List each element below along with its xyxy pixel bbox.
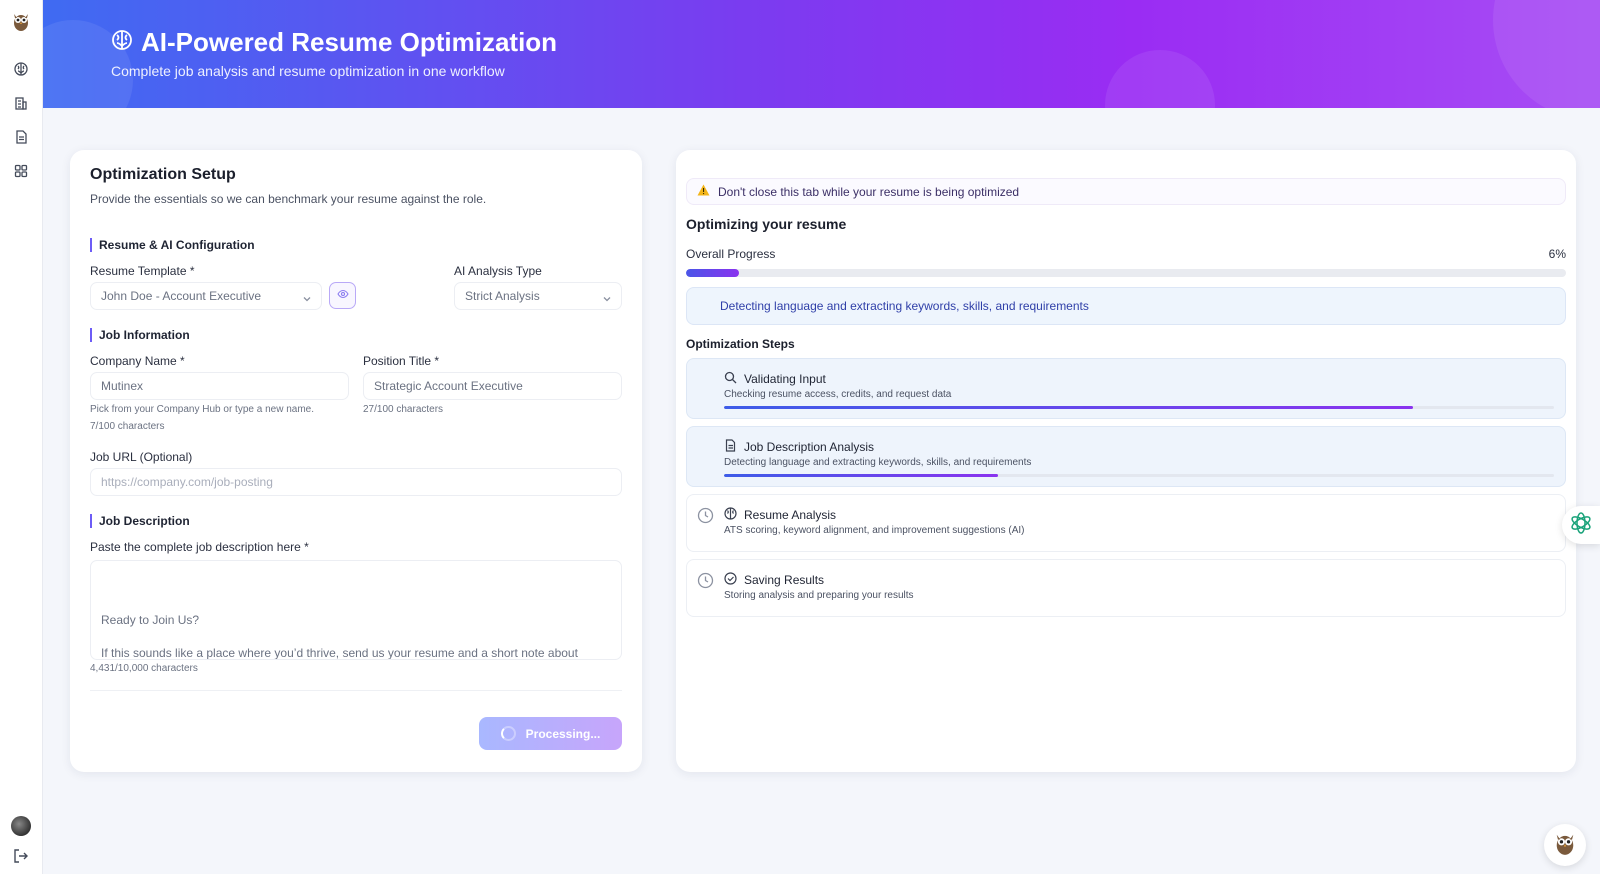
- owl-assistant-button[interactable]: [1544, 824, 1586, 866]
- preview-template-button[interactable]: [329, 282, 356, 309]
- steps-title: Optimization Steps: [686, 337, 795, 351]
- section-resume-config: Resume & AI Configuration: [90, 238, 255, 252]
- job-url-input[interactable]: https://company.com/job-posting: [90, 468, 622, 496]
- step-job-description-analysis: Job Description Analysis Detecting langu…: [686, 426, 1566, 487]
- divider: [90, 690, 622, 691]
- resume-template-select[interactable]: John Doe - Account Executive: [90, 282, 322, 310]
- step-desc: Detecting language and extracting keywor…: [724, 457, 1032, 468]
- step-name: Validating Input: [724, 371, 826, 387]
- page-title: AI-Powered Resume Optimization: [111, 27, 557, 58]
- overall-progress-row: Overall Progress 6%: [686, 247, 1566, 261]
- optimization-progress-card: Don't close this tab while your resume i…: [676, 150, 1576, 772]
- overall-progress-percent: 6%: [1548, 247, 1566, 261]
- step-desc: Checking resume access, credits, and req…: [724, 389, 952, 400]
- overall-progress-bar: [686, 269, 1566, 277]
- clock-icon: [697, 572, 714, 589]
- setup-subtitle: Provide the essentials so we can benchma…: [90, 192, 487, 206]
- processing-label: Processing...: [525, 726, 601, 741]
- building-icon[interactable]: [12, 94, 30, 112]
- warning-banner: Don't close this tab while your resume i…: [686, 178, 1566, 205]
- company-char-count: 7/100 characters: [90, 421, 165, 432]
- position-title-label: Position Title *: [363, 354, 440, 368]
- step-validating-input: Validating Input Checking resume access,…: [686, 358, 1566, 419]
- document-icon[interactable]: [12, 128, 30, 146]
- position-char-count: 27/100 characters: [363, 404, 444, 415]
- step-progress-bar: [724, 474, 1554, 477]
- section-job-description: Job Description: [90, 514, 190, 528]
- openai-icon: [1569, 511, 1593, 540]
- grid-icon[interactable]: [12, 162, 30, 180]
- page-title-text: AI-Powered Resume Optimization: [141, 27, 558, 57]
- ai-type-label: AI Analysis Type: [454, 264, 542, 278]
- step-name-text: Validating Input: [744, 372, 826, 386]
- job-description-label: Paste the complete job description here …: [90, 540, 309, 554]
- spinner-icon: [500, 726, 516, 741]
- step-desc: Storing analysis and preparing your resu…: [724, 590, 914, 601]
- section-job-info: Job Information: [90, 328, 190, 342]
- company-hint: Pick from your Company Hub or type a new…: [90, 404, 314, 415]
- ai-assistant-button[interactable]: [1562, 506, 1600, 544]
- step-progress-bar: [724, 406, 1554, 409]
- header-banner: AI-Powered Resume Optimization Complete …: [43, 0, 1600, 108]
- owl-icon: [1552, 830, 1578, 861]
- clock-icon: [697, 507, 714, 524]
- brain-icon: [111, 27, 133, 58]
- company-name-label: Company Name *: [90, 354, 185, 368]
- warning-icon: [697, 184, 710, 199]
- step-name-text: Resume Analysis: [744, 508, 837, 522]
- step-desc: ATS scoring, keyword alignment, and impr…: [724, 525, 1025, 536]
- avatar[interactable]: [11, 816, 31, 836]
- resume-template-label: Resume Template *: [90, 264, 195, 278]
- job-description-text-line: Ready to Join Us?: [101, 613, 200, 627]
- job-url-label: Job URL (Optional): [90, 450, 193, 464]
- chevron-down-icon: [303, 292, 311, 302]
- logout-icon[interactable]: [13, 848, 29, 864]
- company-name-value: Mutinex: [101, 379, 144, 393]
- page-subtitle: Complete job analysis and resume optimiz…: [111, 63, 505, 79]
- eye-icon: [336, 287, 349, 305]
- overall-progress-label: Overall Progress: [686, 247, 776, 261]
- position-title-value: Strategic Account Executive: [374, 379, 523, 393]
- processing-button[interactable]: Processing...: [479, 717, 622, 750]
- check-circle-icon: [724, 572, 737, 588]
- document-icon: [724, 439, 737, 455]
- job-url-placeholder: https://company.com/job-posting: [101, 475, 273, 489]
- warning-text: Don't close this tab while your resume i…: [718, 184, 1020, 199]
- step-resume-analysis: Resume Analysis ATS scoring, keyword ali…: [686, 494, 1566, 552]
- resume-template-value: John Doe - Account Executive: [101, 289, 262, 303]
- owl-logo-icon[interactable]: [10, 10, 32, 32]
- step-progress-fill: [724, 474, 998, 477]
- optimization-setup-card: Optimization Setup Provide the essential…: [70, 150, 642, 772]
- position-title-input[interactable]: Strategic Account Executive: [363, 372, 622, 400]
- current-status: Detecting language and extracting keywor…: [686, 287, 1566, 325]
- company-name-input[interactable]: Mutinex: [90, 372, 349, 400]
- step-name-text: Saving Results: [744, 573, 825, 587]
- job-description-textarea[interactable]: Ready to Join Us? If this sounds like a …: [90, 560, 622, 660]
- step-saving-results: Saving Results Storing analysis and prep…: [686, 559, 1566, 617]
- step-name: Saving Results: [724, 572, 824, 588]
- chevron-down-icon: [603, 292, 611, 302]
- sidebar: [0, 0, 43, 874]
- ai-type-value: Strict Analysis: [465, 289, 540, 303]
- step-name: Resume Analysis: [724, 507, 836, 523]
- brain-icon: [724, 507, 737, 523]
- step-progress-fill: [724, 406, 1413, 409]
- brain-icon[interactable]: [12, 60, 30, 78]
- job-description-text-line: If this sounds like a place where you’d …: [101, 646, 578, 660]
- step-name: Job Description Analysis: [724, 439, 874, 455]
- description-char-count: 4,431/10,000 characters: [90, 663, 198, 674]
- setup-title: Optimization Setup: [90, 166, 236, 183]
- optimizing-title: Optimizing your resume: [686, 216, 847, 232]
- step-name-text: Job Description Analysis: [744, 440, 875, 454]
- overall-progress-fill: [686, 269, 739, 277]
- ai-type-select[interactable]: Strict Analysis: [454, 282, 622, 310]
- search-icon: [724, 371, 737, 387]
